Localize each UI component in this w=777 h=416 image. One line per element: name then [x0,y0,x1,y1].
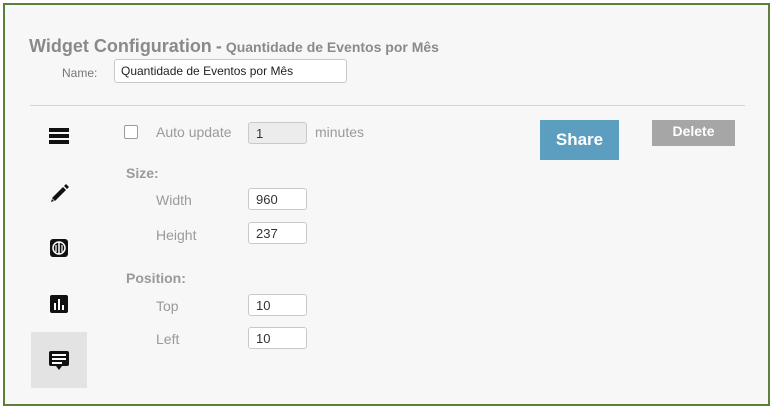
top-label: Top [156,298,179,314]
title-text: Widget Configuration [29,36,212,56]
sidebar-item-edit[interactable] [31,164,87,220]
sidebar-item-data[interactable] [31,220,87,276]
auto-update-checkbox[interactable] [124,125,138,139]
position-heading: Position: [126,270,186,286]
height-input[interactable] [248,222,307,244]
divider [30,105,745,106]
top-input[interactable] [248,294,307,316]
name-input[interactable] [114,59,347,83]
title-subtitle: Quantidade de Eventos por Mês [225,39,439,55]
width-label: Width [156,192,192,208]
height-label: Height [156,227,197,243]
title-separator: - [215,36,222,56]
pencil-icon [48,181,70,203]
sidebar-item-list[interactable] [31,108,87,164]
sidebar-item-chart[interactable] [31,276,87,332]
share-button[interactable]: Share [540,120,619,160]
auto-update-interval-input[interactable] [248,122,307,144]
size-heading: Size: [126,165,159,181]
page-title: Widget Configuration - Quantidade de Event… [29,36,439,57]
list-icon [48,126,70,146]
delete-button[interactable]: Delete [652,120,735,146]
auto-update-unit: minutes [315,124,365,140]
name-label: Name: [62,66,98,80]
sidebar-item-message[interactable] [31,332,87,388]
bar-chart-icon [49,294,69,314]
left-label: Left [156,331,180,347]
auto-update-label: Auto update [156,124,232,140]
width-input[interactable] [248,188,307,210]
database-icon [48,237,70,259]
message-icon [48,349,70,371]
left-input[interactable] [248,327,307,349]
